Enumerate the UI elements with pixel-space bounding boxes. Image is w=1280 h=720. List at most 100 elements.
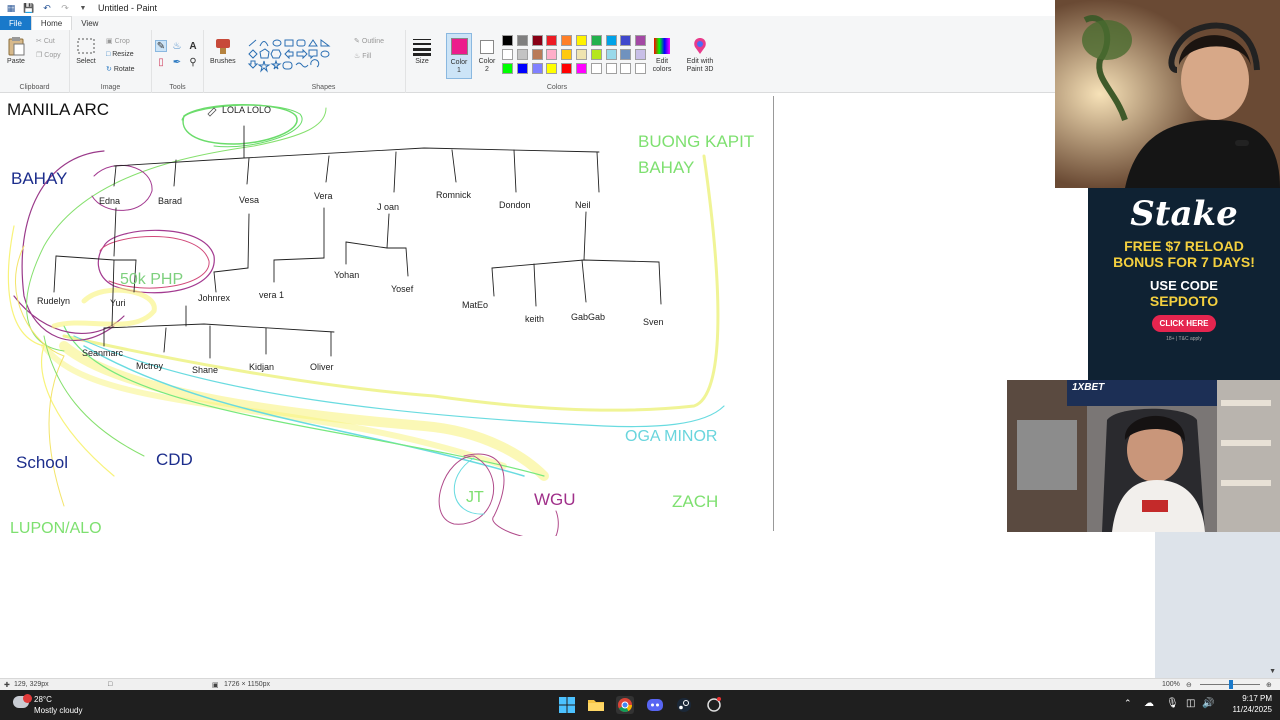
palette-swatch[interactable] [546, 63, 558, 74]
palette-swatch[interactable] [561, 63, 573, 74]
ad-fine-print: 18+ | T&C apply [1166, 336, 1202, 342]
redo-icon[interactable]: ↷ [58, 1, 72, 15]
line-size-icon [413, 39, 431, 56]
palette-swatch[interactable] [561, 35, 573, 46]
edit-colors-button[interactable]: Edit colors [648, 36, 676, 74]
pencil-icon[interactable]: ✎ [155, 40, 167, 52]
steam-icon[interactable] [675, 696, 693, 714]
palette-swatch[interactable] [531, 35, 543, 46]
eraser-icon[interactable]: ▯ [155, 56, 167, 68]
file-explorer-icon[interactable] [587, 696, 605, 714]
palette-swatch[interactable] [590, 49, 602, 60]
tray-chevron-icon[interactable]: ⌃ [1124, 698, 1132, 709]
microphone-icon[interactable]: 🎙 [1166, 698, 1179, 709]
resize-button[interactable]: □ Resize [106, 51, 134, 58]
crop-button[interactable]: ▣ Crop [106, 37, 130, 46]
edit-with-paint3d-button[interactable]: Edit with Paint 3D [682, 36, 718, 74]
copy-button[interactable]: ❐ Copy [36, 51, 61, 60]
shapes-gallery-icon[interactable] [246, 37, 346, 75]
text-tool-icon[interactable]: A [187, 40, 199, 52]
discord-icon[interactable] [646, 696, 664, 714]
webcam2-feed-image [1007, 380, 1280, 532]
tree-node-mctroy: Mctroy [136, 361, 163, 371]
palette-swatch[interactable] [531, 49, 543, 60]
palette-swatch[interactable] [502, 49, 513, 60]
tree-node-edna: Edna [99, 196, 121, 206]
tree-node-vera1: vera 1 [259, 290, 285, 300]
tab-view[interactable]: View [72, 16, 107, 30]
select-button[interactable]: Select [76, 36, 96, 65]
palette-swatch[interactable] [635, 63, 647, 74]
magnifier-icon[interactable]: ⚲ [187, 56, 199, 68]
label-buong-kapit-bahay: BAHAY [638, 158, 695, 177]
undo-icon[interactable]: ↶ [40, 1, 54, 15]
palette-swatch[interactable] [635, 35, 647, 46]
palette-swatch[interactable] [576, 49, 587, 60]
network-icon[interactable]: ◫ [1186, 698, 1195, 709]
zoom-slider-thumb[interactable] [1229, 680, 1233, 689]
palette-swatch[interactable] [635, 49, 647, 60]
fill-icon: ♨ [354, 53, 361, 60]
ad-cta-button[interactable]: CLICK HERE [1151, 315, 1217, 332]
fill-dropdown[interactable]: ♨ Fill [354, 52, 371, 61]
stake-ad-banner[interactable]: Stake FREE $7 RELOAD BONUS FOR 7 DAYS! U… [1088, 188, 1280, 380]
palette-swatch[interactable] [561, 49, 573, 60]
palette-swatch[interactable] [576, 35, 587, 46]
outline-dropdown[interactable]: ✎ Outline [354, 37, 384, 46]
palette-swatch[interactable] [516, 35, 528, 46]
tab-file[interactable]: File [0, 16, 31, 30]
color-picker-icon[interactable]: ✒ [171, 56, 183, 68]
palette-swatch[interactable] [605, 63, 617, 74]
cam2-wall-sign: 1XBET [1072, 382, 1105, 393]
tree-node-mateo: MatEo [462, 300, 489, 310]
save-icon[interactable]: 💾 [22, 1, 36, 15]
palette-swatch[interactable] [546, 35, 558, 46]
palette-swatch[interactable] [620, 35, 632, 46]
palette-swatch[interactable] [605, 35, 617, 46]
palette-swatch[interactable] [605, 49, 617, 60]
crop-label: Crop [114, 37, 130, 45]
shapes-group: ✎ Outline ♨ Fill Shapes [242, 30, 406, 93]
palette-swatch[interactable] [502, 63, 513, 74]
volume-icon[interactable]: 🔊 [1202, 698, 1214, 709]
selection-size-icon: □ [108, 681, 113, 688]
palette-swatch[interactable] [531, 63, 543, 74]
palette-swatch[interactable] [590, 63, 602, 74]
palette-swatch[interactable] [620, 63, 632, 74]
palette-swatch[interactable] [576, 63, 587, 74]
size-button[interactable]: Size [412, 36, 432, 65]
ribbon: Paste ✂ Cut ❐ Copy Clipboard Select ▣ Crop … [0, 30, 1055, 93]
palette-swatch[interactable] [502, 35, 513, 46]
chrome-icon[interactable] [616, 696, 634, 714]
workspace: MANILA ARC LOLA LOLO BAHAY BUONG KAPIT B… [0, 94, 1155, 678]
fill-bucket-icon[interactable]: ♨ [171, 40, 183, 52]
chatgpt-icon[interactable] [705, 696, 723, 714]
brushes-button[interactable]: Brushes [210, 36, 236, 65]
rotate-button[interactable]: ↻ Rotate [106, 65, 135, 74]
clock-time[interactable]: 9:17 PM [1226, 694, 1272, 703]
palette-swatch[interactable] [516, 49, 528, 60]
palette-swatch[interactable] [620, 49, 632, 60]
onedrive-icon[interactable]: ☁ [1144, 698, 1154, 709]
palette-swatch[interactable] [546, 49, 558, 60]
clock-date[interactable]: 11/24/2025 [1222, 705, 1272, 714]
weather-widget[interactable]: 28°C Mostly cloudy [34, 694, 82, 716]
ad-headline-1: FREE $7 RELOAD [1124, 238, 1244, 254]
color1-button[interactable]: Color 1 [446, 33, 472, 79]
label-buong-kapit: BUONG KAPIT [638, 132, 755, 151]
palette-swatch[interactable] [590, 35, 602, 46]
scroll-down-arrow-icon[interactable]: ▼ [1269, 668, 1276, 675]
canvas-size-icon: ▣ [212, 682, 219, 689]
color2-button[interactable]: Color 2 [476, 33, 498, 79]
palette-swatch[interactable] [516, 63, 528, 74]
drawing-canvas[interactable]: MANILA ARC LOLA LOLO BAHAY BUONG KAPIT B… [4, 96, 774, 537]
quick-access-dropdown-icon[interactable]: ▼ [76, 1, 90, 15]
zoom-in-icon[interactable]: ⊕ [1266, 681, 1272, 689]
windows-start-icon[interactable] [558, 696, 576, 714]
cut-button[interactable]: ✂ Cut [36, 37, 55, 46]
tab-home[interactable]: Home [30, 16, 73, 30]
paste-button[interactable]: Paste [6, 36, 26, 65]
zoom-out-icon[interactable]: ⊖ [1186, 681, 1192, 689]
notification-badge [23, 694, 32, 703]
label-oga-minor: OGA MINOR [625, 428, 718, 445]
